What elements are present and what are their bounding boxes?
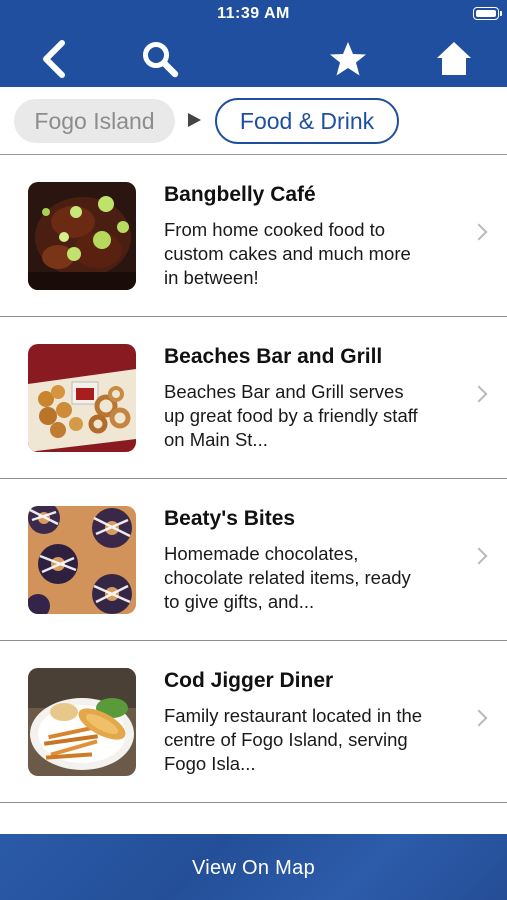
- search-button[interactable]: [137, 36, 183, 82]
- chevron-left-icon: [43, 40, 65, 78]
- listing-description: Beaches Bar and Grill serves up great fo…: [164, 381, 418, 450]
- listing-title: Bangbelly Café: [164, 183, 316, 206]
- nav-bar: [0, 30, 507, 87]
- chevron-right-icon: [470, 223, 488, 241]
- listing-description: Homemade chocolates, chocolate related i…: [164, 543, 411, 612]
- home-button[interactable]: [431, 36, 477, 82]
- back-button[interactable]: [31, 36, 77, 82]
- listing-thumbnail: [28, 668, 136, 776]
- search-icon: [143, 42, 179, 78]
- listing-description: From home cooked food to custom cakes an…: [164, 219, 411, 288]
- list-item[interactable]: Beaty's Bites Homemade chocolates, choco…: [0, 479, 507, 641]
- listing-thumbnail: [28, 344, 136, 452]
- listing-thumbnail: [28, 182, 136, 290]
- favorites-button[interactable]: [325, 36, 371, 82]
- chevron-right-icon: [470, 385, 488, 403]
- chevron-right-icon: [470, 547, 488, 565]
- view-on-map-label: View On Map: [192, 857, 315, 879]
- home-icon: [437, 42, 471, 75]
- breadcrumb-current[interactable]: Food & Drink: [215, 98, 399, 144]
- view-on-map-button[interactable]: View On Map: [0, 834, 507, 900]
- status-time: 11:39 AM: [217, 5, 290, 22]
- list-item[interactable]: Bangbelly Café From home cooked food to …: [0, 155, 507, 317]
- listing-list: Bangbelly Café From home cooked food to …: [0, 155, 507, 803]
- listing-thumbnail: [28, 506, 136, 614]
- breadcrumb: Fogo Island Food & Drink: [0, 87, 507, 155]
- chevron-right-icon: [470, 709, 488, 727]
- listing-description: Family restaurant located in the centre …: [164, 705, 423, 774]
- status-bar: 11:39 AM: [0, 0, 507, 30]
- listing-title: Cod Jigger Diner: [164, 669, 334, 692]
- breadcrumb-parent[interactable]: Fogo Island: [14, 99, 175, 143]
- list-item[interactable]: Beaches Bar and Grill Beaches Bar and Gr…: [0, 317, 507, 479]
- battery-icon: [473, 7, 502, 20]
- list-item[interactable]: Cod Jigger Diner Family restaurant locat…: [0, 641, 507, 803]
- listing-title: Beaches Bar and Grill: [164, 345, 383, 368]
- breadcrumb-arrow-icon: [188, 113, 201, 127]
- listing-title: Beaty's Bites: [164, 507, 296, 530]
- star-icon: [330, 42, 366, 76]
